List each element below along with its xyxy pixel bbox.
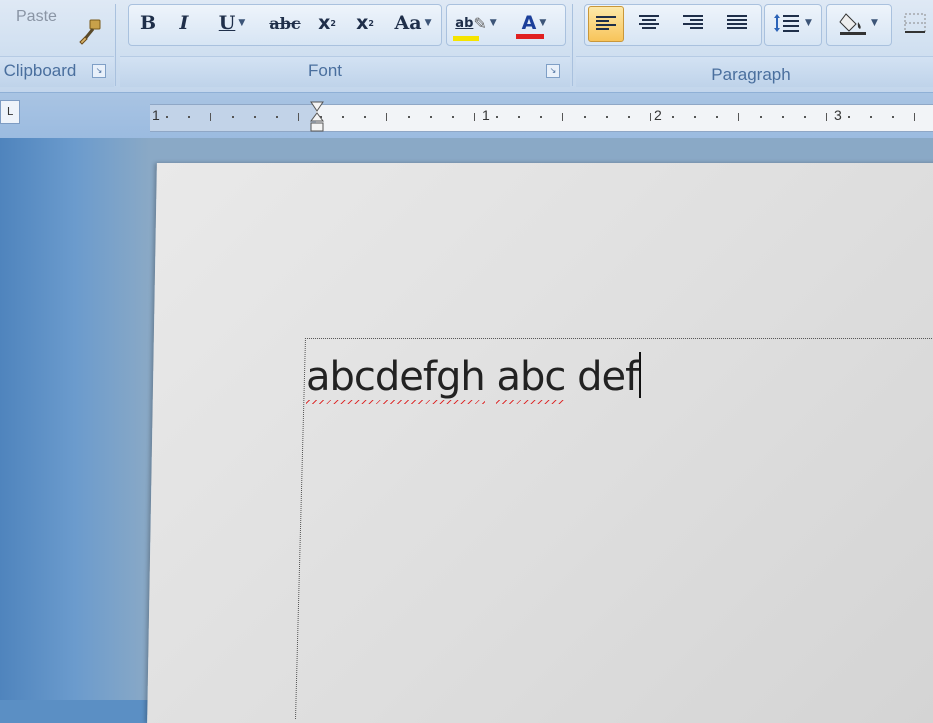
superscript-button[interactable]: x2 xyxy=(350,6,380,40)
strikethrough-button[interactable]: abc xyxy=(266,6,304,40)
ruler-number: 2 xyxy=(654,107,662,123)
font-color-button[interactable]: A ▼ xyxy=(508,6,560,40)
font-color-label: A xyxy=(521,12,537,34)
italic-button[interactable]: I xyxy=(170,6,198,40)
ruler-number: 1 xyxy=(482,107,490,123)
highlight-color-bar xyxy=(453,35,480,41)
ruler-tick xyxy=(452,116,454,118)
change-case-button[interactable]: Aa ▼ xyxy=(390,6,436,40)
align-center-button[interactable] xyxy=(632,6,666,40)
document-word[interactable]: def xyxy=(577,354,639,400)
font-color-bar xyxy=(515,34,544,39)
ruler-tick xyxy=(628,116,630,118)
ruler-tick xyxy=(232,116,234,118)
ruler-tick xyxy=(210,113,211,121)
ruler-tick xyxy=(430,116,432,118)
ruler-tick xyxy=(540,116,542,118)
align-right-button[interactable] xyxy=(676,6,710,40)
chevron-down-icon[interactable]: ▼ xyxy=(490,18,497,28)
font-launcher-icon[interactable]: ↘ xyxy=(546,64,560,78)
clipboard-group-label: Clipboard xyxy=(3,61,77,80)
justify-button[interactable] xyxy=(720,6,754,40)
ruler-tick xyxy=(782,116,784,118)
ruler-tick xyxy=(298,113,299,121)
ruler-tick xyxy=(496,116,498,118)
superscript-label: x xyxy=(356,12,369,34)
subscript-button[interactable]: x2 xyxy=(312,6,342,40)
document-text-line[interactable]: abcdefgh abc def xyxy=(306,352,642,404)
ruler-tick xyxy=(650,113,651,121)
strikethrough-label: abc xyxy=(269,13,301,33)
ruler-tick xyxy=(694,116,696,118)
ruler-tick xyxy=(672,116,674,118)
ruler-tick xyxy=(606,116,608,118)
ruler-tick xyxy=(870,116,872,118)
change-case-label: Aa xyxy=(394,12,422,34)
ruler-tick xyxy=(804,116,806,118)
chevron-down-icon[interactable]: ▼ xyxy=(805,18,812,28)
ruler-tick xyxy=(584,116,586,118)
justify-icon xyxy=(727,15,747,29)
bold-button[interactable]: B xyxy=(134,6,162,40)
horizontal-ruler[interactable]: 1 1 2 3 xyxy=(150,101,933,135)
paste-button-label[interactable]: Paste xyxy=(16,8,57,26)
underline-label: U xyxy=(218,12,236,34)
ruler-tick xyxy=(408,116,410,118)
separator xyxy=(115,4,116,86)
ruler-tick xyxy=(342,116,344,118)
highlight-button[interactable]: ab ✎ ▼ xyxy=(450,6,502,41)
subscript-label: x xyxy=(318,12,331,34)
text-cursor xyxy=(639,352,642,398)
ruler-tick xyxy=(738,113,739,121)
bold-label: B xyxy=(139,12,157,34)
line-spacing-icon xyxy=(774,14,800,32)
align-center-icon xyxy=(639,15,659,29)
clipboard-launcher-icon[interactable]: ↘ xyxy=(92,64,106,78)
ribbon: Paste Clipboard ↘ B I U ▼ abc x2 x2 Aa ▼… xyxy=(0,0,933,93)
italic-label: I xyxy=(179,12,189,34)
highlight-label: ab xyxy=(455,15,474,31)
document-word[interactable]: abc xyxy=(496,354,566,404)
ruler-tick xyxy=(254,116,256,118)
line-spacing-button[interactable]: ▼ xyxy=(768,6,816,40)
align-left-button[interactable] xyxy=(588,6,624,42)
borders-icon xyxy=(904,13,926,33)
ruler-left-margin xyxy=(150,105,316,131)
align-left-icon xyxy=(596,16,616,30)
ruler-tick xyxy=(826,113,827,121)
ruler-tick xyxy=(892,116,894,118)
paragraph-group-label: Paragraph xyxy=(711,65,791,84)
ruler-tick xyxy=(276,116,278,118)
document-word[interactable]: abcdefgh xyxy=(306,354,486,404)
ruler-tick xyxy=(562,113,563,121)
paint-bucket-icon xyxy=(839,13,867,35)
indent-marker-icon[interactable] xyxy=(310,101,324,135)
tab-selector-button[interactable]: L xyxy=(0,100,20,124)
format-painter-icon[interactable] xyxy=(76,18,104,46)
ruler-tick xyxy=(848,116,850,118)
ruler-tick xyxy=(760,116,762,118)
ruler-tick xyxy=(364,116,366,118)
font-group-label: Font xyxy=(307,61,343,80)
pen-icon: ✎ xyxy=(473,13,487,33)
separator xyxy=(572,4,573,86)
ruler-tick xyxy=(716,116,718,118)
ruler-tick xyxy=(188,116,190,118)
underline-button[interactable]: U ▼ xyxy=(210,6,254,40)
chevron-down-icon[interactable]: ▼ xyxy=(238,18,245,28)
borders-button[interactable] xyxy=(898,6,932,40)
ruler-number: 1 xyxy=(152,107,160,123)
ruler-tick xyxy=(518,116,520,118)
chevron-down-icon[interactable]: ▼ xyxy=(425,18,432,28)
chevron-down-icon[interactable]: ▼ xyxy=(539,18,546,28)
chevron-down-icon[interactable]: ▼ xyxy=(871,18,878,28)
ruler-tick xyxy=(914,113,915,121)
ruler-tick xyxy=(474,113,475,121)
ruler-tick xyxy=(166,116,168,118)
shading-button[interactable]: ▼ xyxy=(830,6,886,40)
ruler-number: 3 xyxy=(834,107,842,123)
align-right-icon xyxy=(683,15,703,29)
ruler-tick xyxy=(386,113,387,121)
